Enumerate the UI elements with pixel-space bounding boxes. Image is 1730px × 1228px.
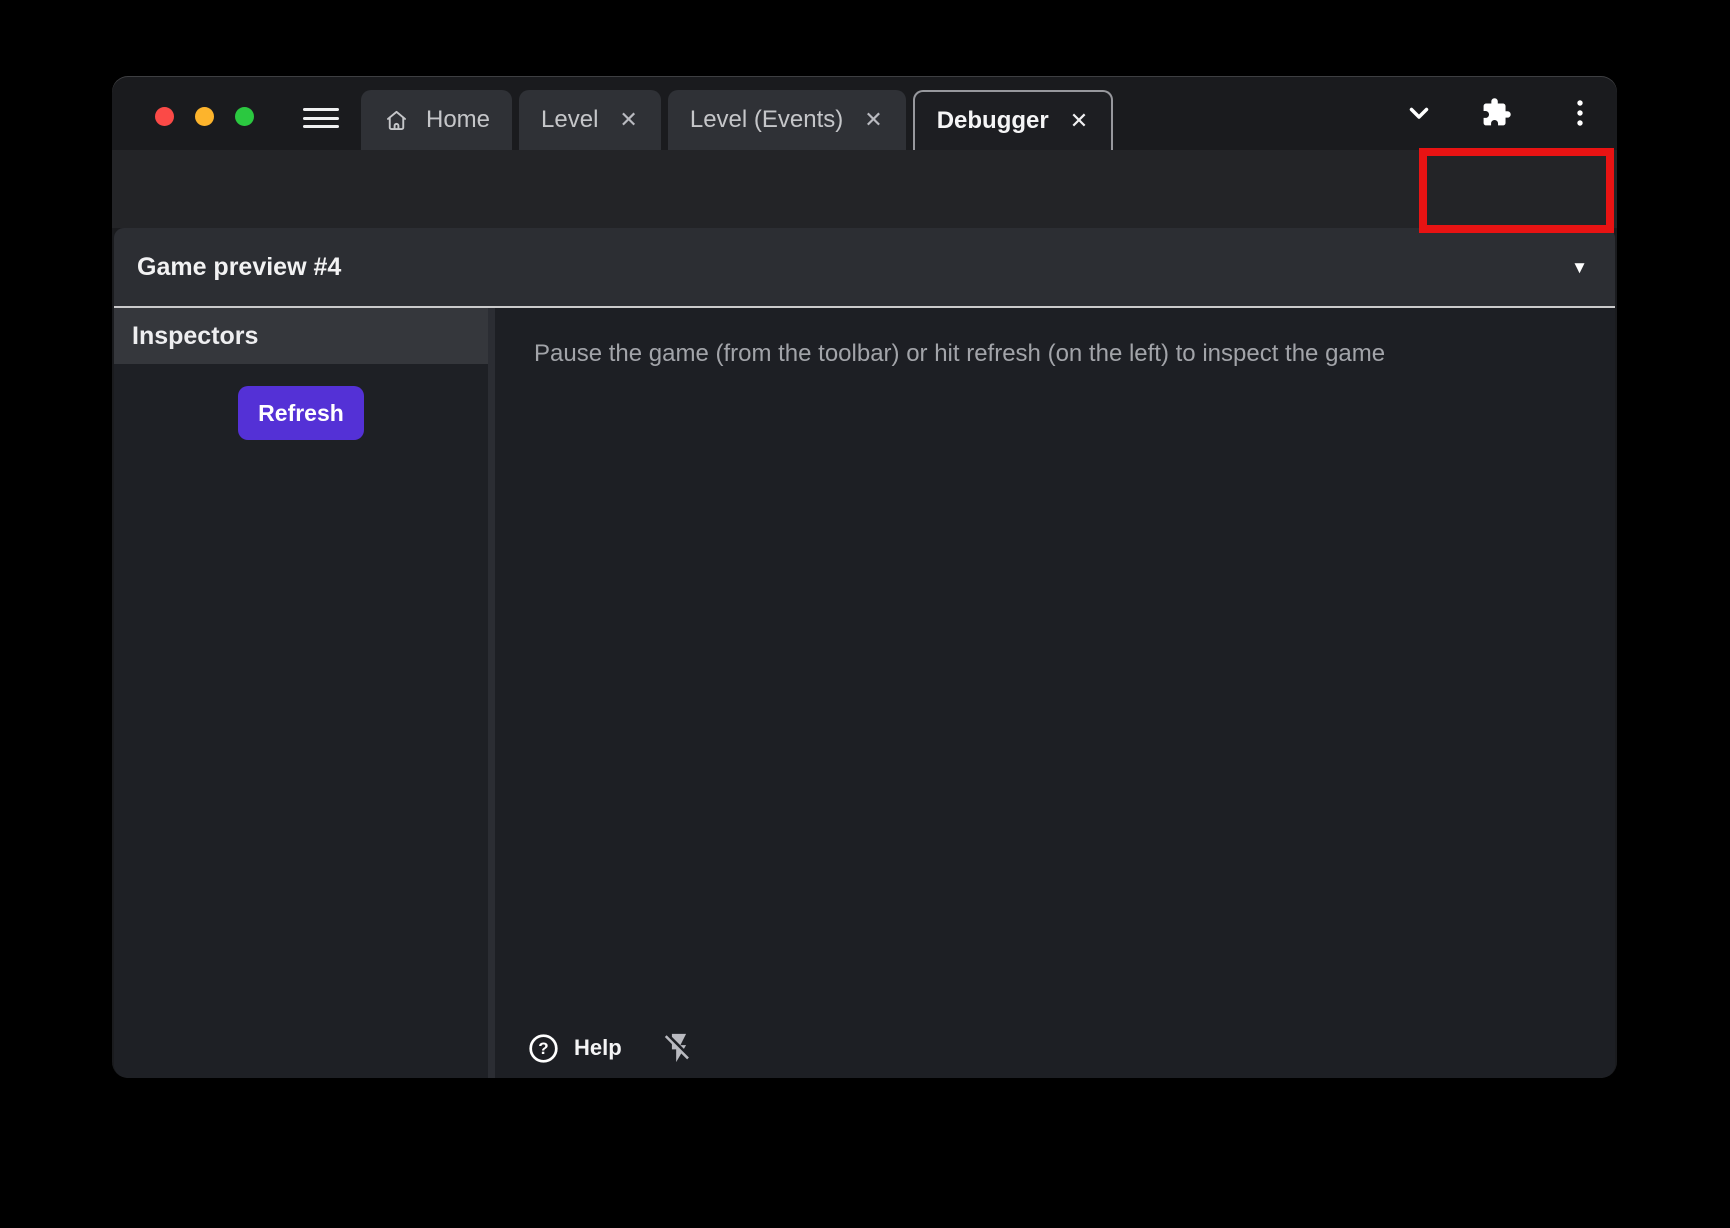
- close-window-button[interactable]: [155, 107, 174, 126]
- minimize-window-button[interactable]: [195, 107, 214, 126]
- chevron-down-icon[interactable]: [1404, 98, 1434, 128]
- caret-down-icon: ▼: [1571, 259, 1588, 276]
- tab-level[interactable]: Level ✕: [519, 90, 661, 150]
- home-icon: [383, 107, 410, 134]
- help-label: Help: [574, 1035, 622, 1061]
- tab-debugger[interactable]: Debugger ✕: [913, 90, 1113, 150]
- debugger-toolbar: Pause: [112, 150, 1617, 228]
- tab-strip: Home Level ✕ Level (Events) ✕ Debugger ✕: [361, 90, 1120, 150]
- close-tab-icon[interactable]: ✕: [863, 109, 883, 131]
- flash-off-icon[interactable]: [662, 1031, 696, 1065]
- inspectors-sidebar: Inspectors Refresh: [114, 308, 488, 1078]
- tab-label: Home: [426, 106, 490, 134]
- inspector-hint-text: Pause the game (from the toolbar) or hit…: [495, 308, 1615, 369]
- overflow-menu-icon[interactable]: [1571, 95, 1589, 131]
- game-preview-selector[interactable]: Game preview #4 ▼: [114, 228, 1615, 306]
- bottom-bar: ? Help: [528, 1031, 696, 1065]
- app-window: Home Level ✕ Level (Events) ✕ Debugger ✕: [112, 76, 1617, 1078]
- close-tab-icon[interactable]: ✕: [618, 109, 638, 131]
- refresh-button[interactable]: Refresh: [238, 386, 364, 440]
- tab-label: Level: [541, 106, 598, 134]
- svg-text:?: ?: [538, 1039, 548, 1058]
- titlebar: Home Level ✕ Level (Events) ✕ Debugger ✕: [112, 76, 1617, 150]
- panel-resize-divider[interactable]: [488, 308, 495, 1078]
- game-preview-title: Game preview #4: [137, 253, 1571, 282]
- help-button[interactable]: ? Help: [528, 1033, 622, 1064]
- inspectors-content: Refresh: [114, 364, 488, 1078]
- help-icon: ?: [528, 1033, 559, 1064]
- debugger-body: Inspectors Refresh Pause the game (from …: [114, 308, 1615, 1078]
- inspector-main-area: Pause the game (from the toolbar) or hit…: [495, 308, 1615, 1078]
- tab-label: Level (Events): [690, 106, 843, 134]
- hamburger-menu-icon[interactable]: [303, 107, 339, 129]
- debugger-panel: Game preview #4 ▼ Inspectors Refresh Pau…: [114, 228, 1615, 1078]
- close-tab-icon[interactable]: ✕: [1069, 110, 1089, 132]
- tab-home[interactable]: Home: [361, 90, 512, 150]
- zoom-window-button[interactable]: [235, 107, 254, 126]
- tab-level-events[interactable]: Level (Events) ✕: [668, 90, 906, 150]
- tab-label: Debugger: [937, 107, 1049, 135]
- extensions-icon[interactable]: [1481, 97, 1512, 128]
- inspectors-header: Inspectors: [114, 308, 488, 364]
